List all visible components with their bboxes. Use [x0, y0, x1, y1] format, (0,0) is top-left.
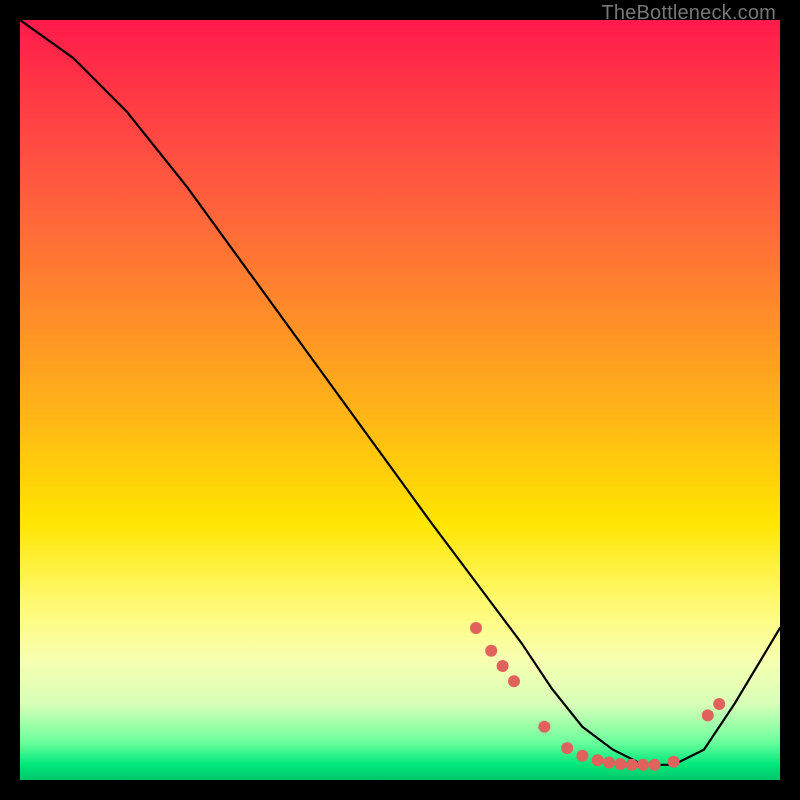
chart-marker — [614, 758, 626, 770]
chart-marker — [497, 660, 509, 672]
chart-marker — [576, 750, 588, 762]
chart-overlay — [20, 20, 780, 780]
watermark-text: TheBottleneck.com — [601, 2, 776, 25]
chart-curve — [20, 20, 780, 765]
chart-marker — [508, 675, 520, 687]
chart-marker — [470, 622, 482, 634]
chart-marker — [485, 645, 497, 657]
chart-marker — [702, 709, 714, 721]
chart-marker — [626, 759, 638, 771]
chart-marker — [561, 742, 573, 754]
chart-marker — [637, 759, 649, 771]
chart-marker — [603, 757, 615, 769]
chart-marker — [592, 754, 604, 766]
chart-frame — [20, 20, 780, 780]
chart-marker — [649, 759, 661, 771]
chart-markers — [470, 622, 725, 771]
chart-marker — [713, 698, 725, 710]
chart-marker — [668, 756, 680, 768]
chart-marker — [538, 721, 550, 733]
